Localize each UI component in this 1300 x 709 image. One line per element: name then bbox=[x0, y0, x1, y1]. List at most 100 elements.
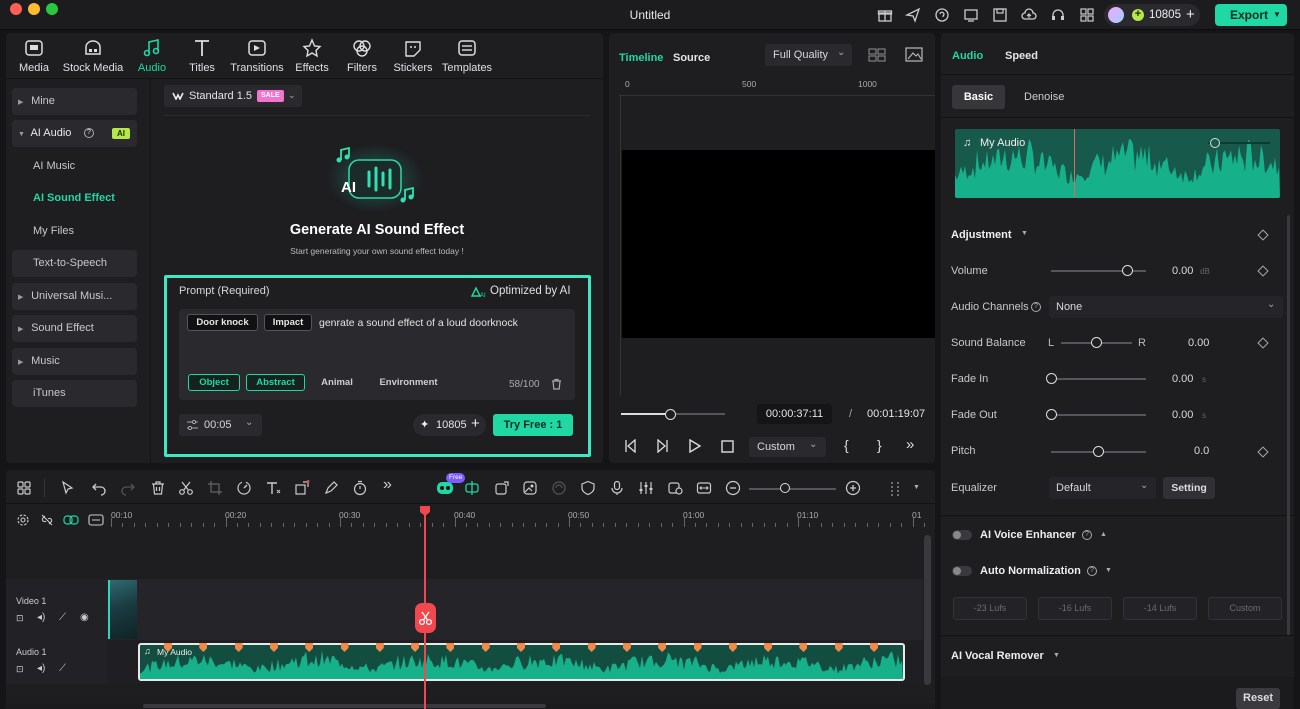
tab-titles[interactable]: Titles bbox=[176, 38, 228, 74]
fade-out-knob[interactable] bbox=[1045, 409, 1057, 420]
headset-icon[interactable] bbox=[1050, 7, 1066, 23]
audio-channels-select[interactable]: None ⌄ bbox=[1049, 296, 1283, 318]
mark-in-icon[interactable]: { bbox=[844, 437, 849, 453]
replace-clip-icon[interactable] bbox=[494, 480, 510, 496]
subtab-basic[interactable]: Basic bbox=[952, 85, 1005, 109]
sidebar-item-my-files[interactable]: My Files bbox=[12, 218, 137, 245]
norm-option-23[interactable]: -23 Lufs bbox=[953, 597, 1027, 620]
tag-chip-impact[interactable]: Impact bbox=[264, 314, 312, 331]
gift-icon[interactable] bbox=[877, 7, 893, 23]
tab-media[interactable]: Media bbox=[8, 38, 60, 74]
sidebar-item-sound-effect[interactable]: ▶ Sound Effect bbox=[12, 315, 137, 342]
sidebar-item-universal-music[interactable]: ▶ Universal Musi... bbox=[12, 283, 137, 310]
prompt-text[interactable]: genrate a sound effect of a loud doorkno… bbox=[319, 317, 518, 329]
equalizer-setting-button[interactable]: Setting bbox=[1163, 477, 1215, 499]
norm-option-14[interactable]: -14 Lufs bbox=[1123, 597, 1197, 620]
sidebar-item-text-to-speech[interactable]: Text-to-Speech bbox=[12, 250, 137, 277]
ai-cut-icon[interactable] bbox=[464, 480, 480, 496]
sound-balance-knob[interactable] bbox=[1091, 337, 1102, 348]
video-clip[interactable] bbox=[108, 580, 137, 639]
zoom-out-icon[interactable] bbox=[725, 480, 741, 496]
stop-icon[interactable] bbox=[721, 440, 734, 453]
unlink-icon[interactable] bbox=[40, 513, 54, 527]
timeline-zoom-slider[interactable] bbox=[749, 488, 836, 490]
pen-tool-icon[interactable] bbox=[323, 480, 339, 496]
send-icon[interactable] bbox=[905, 7, 921, 23]
video-preview[interactable] bbox=[622, 150, 935, 338]
color-match-icon[interactable] bbox=[551, 480, 567, 496]
split-button[interactable] bbox=[415, 603, 436, 633]
speaker-icon[interactable]: ◂) bbox=[37, 663, 45, 674]
layout-icon[interactable] bbox=[16, 480, 32, 496]
timeline-zoom-knob[interactable] bbox=[780, 483, 790, 493]
speed-icon[interactable] bbox=[236, 480, 252, 496]
sidebar-item-ai-audio[interactable]: ▼ AI Audio ? AI bbox=[12, 120, 137, 147]
snapshot-icon[interactable] bbox=[905, 47, 923, 62]
shape-tool-icon[interactable] bbox=[294, 480, 310, 496]
help-icon[interactable]: ? bbox=[1087, 566, 1097, 576]
grid-view-icon[interactable] bbox=[868, 48, 886, 62]
norm-option-16[interactable]: -16 Lufs bbox=[1038, 597, 1112, 620]
quality-select[interactable]: Full Quality ⌄ bbox=[765, 44, 852, 66]
audio-waveform-preview[interactable]: ♫ My Audio bbox=[955, 129, 1280, 198]
pitch-knob[interactable] bbox=[1093, 446, 1104, 457]
lock-icon[interactable]: ⊡ bbox=[16, 664, 24, 675]
category-abstract[interactable]: Abstract bbox=[246, 374, 305, 391]
tab-effects[interactable]: Effects bbox=[286, 38, 338, 74]
more-controls-icon[interactable]: » bbox=[906, 436, 914, 453]
tab-timeline[interactable]: Timeline bbox=[619, 52, 663, 64]
tab-transitions[interactable]: Transitions bbox=[228, 38, 286, 74]
previous-frame-icon[interactable] bbox=[622, 439, 638, 453]
category-animal[interactable]: Animal bbox=[310, 374, 364, 391]
tab-stickers[interactable]: Stickers bbox=[387, 38, 439, 74]
eye-icon[interactable]: ◉ bbox=[80, 612, 89, 623]
generator-credits[interactable]: ✦ 10805 + bbox=[413, 414, 486, 436]
tab-filters[interactable]: Filters bbox=[336, 38, 388, 74]
fit-width-icon[interactable] bbox=[696, 480, 712, 496]
tab-source[interactable]: Source bbox=[673, 52, 710, 64]
add-credits-icon[interactable]: + bbox=[1186, 6, 1195, 23]
properties-scrollbar[interactable] bbox=[1287, 215, 1290, 635]
caret-down-icon[interactable]: ▼ bbox=[913, 484, 920, 491]
image-edit-icon[interactable] bbox=[522, 480, 538, 496]
timer-icon[interactable] bbox=[352, 480, 368, 496]
volume-knob[interactable] bbox=[1121, 265, 1133, 276]
tag-chip-door-knock[interactable]: Door knock bbox=[187, 314, 258, 331]
crop-icon[interactable] bbox=[207, 480, 223, 496]
current-time[interactable]: 00:00:37:11 bbox=[757, 404, 832, 424]
caret-down-icon[interactable]: ▼ bbox=[1053, 652, 1060, 659]
add-credits-icon[interactable]: + bbox=[471, 415, 480, 432]
duration-select[interactable]: 00:05 ⌄ bbox=[179, 414, 262, 436]
scroll-thumb[interactable] bbox=[143, 704, 546, 708]
timeline-ruler[interactable]: 00:10 00:20 00:30 00:40 00:50 01:00 01:1… bbox=[108, 504, 925, 528]
equalizer-select[interactable]: Default ⌄ bbox=[1049, 477, 1156, 499]
export-button[interactable]: Export ▼ bbox=[1215, 4, 1287, 26]
lock-icon[interactable]: ⊡ bbox=[16, 613, 24, 624]
zoom-select[interactable]: Custom ⌄ bbox=[749, 437, 826, 457]
sound-balance-value[interactable]: 0.00 bbox=[1188, 337, 1209, 349]
tab-templates[interactable]: Templates bbox=[439, 38, 495, 74]
delete-icon[interactable] bbox=[150, 480, 166, 496]
sidebar-item-mine[interactable]: ▶ Mine bbox=[12, 88, 137, 115]
subtab-denoise[interactable]: Denoise bbox=[1024, 91, 1064, 103]
volume-value[interactable]: 0.00 bbox=[1172, 265, 1193, 277]
track-height-icon[interactable] bbox=[887, 480, 903, 496]
scroll-thumb[interactable] bbox=[924, 535, 931, 685]
text-tool-icon[interactable] bbox=[265, 480, 281, 496]
undo-icon[interactable] bbox=[91, 480, 107, 496]
subtitle-track-icon[interactable] bbox=[88, 513, 104, 527]
settings-icon[interactable] bbox=[16, 513, 30, 527]
category-object[interactable]: Object bbox=[188, 374, 240, 391]
model-select[interactable]: Standard 1.5 SALE ⌄ bbox=[164, 85, 302, 107]
caret-down-icon[interactable]: ▼ bbox=[1021, 230, 1028, 237]
fade-out-value[interactable]: 0.00 bbox=[1172, 409, 1193, 421]
tab-speed[interactable]: Speed bbox=[1005, 50, 1038, 62]
playhead-handle-icon[interactable] bbox=[419, 505, 431, 517]
timeline-scrollbar[interactable] bbox=[923, 535, 932, 705]
fade-out-slider[interactable] bbox=[1051, 414, 1146, 416]
redo-icon[interactable] bbox=[120, 480, 136, 496]
tab-audio-properties[interactable]: Audio bbox=[952, 50, 983, 62]
clip-volume-knob[interactable] bbox=[1210, 138, 1220, 148]
avatar[interactable] bbox=[1108, 7, 1124, 23]
tips-icon[interactable] bbox=[934, 7, 950, 23]
